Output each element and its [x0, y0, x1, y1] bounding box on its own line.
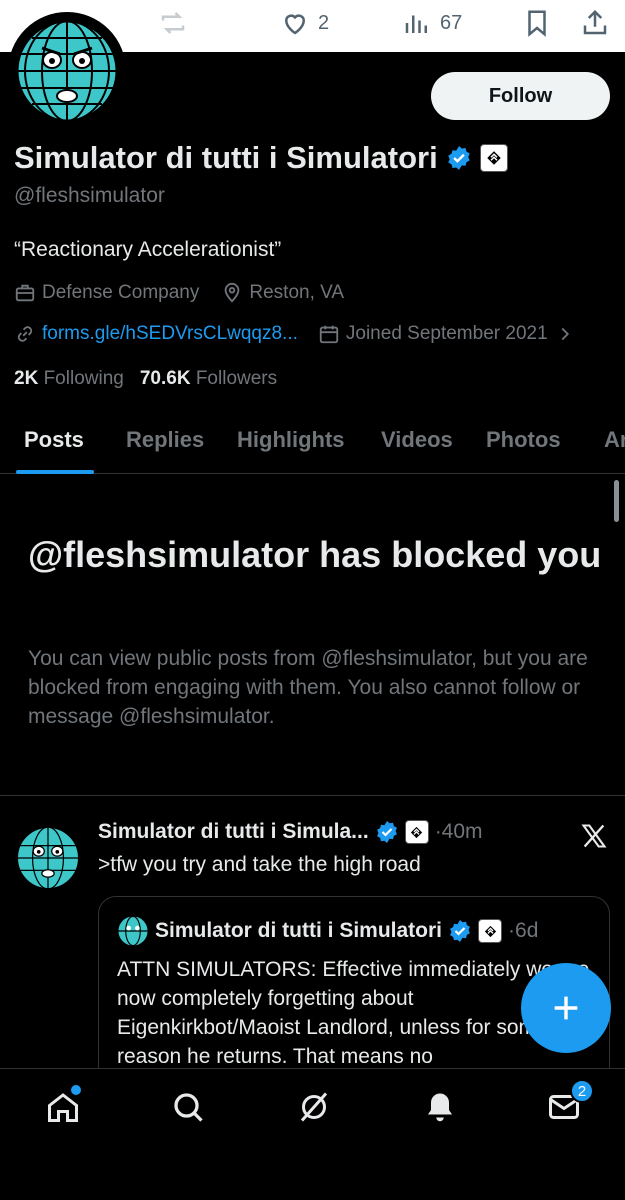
- affiliation-icon: [484, 925, 496, 937]
- affiliation-icon: [486, 151, 501, 165]
- profile-tabs: Posts Replies Highlights Videos Photos A…: [0, 412, 625, 474]
- tab-highlights[interactable]: Highlights: [237, 427, 345, 453]
- bottom-navigation: 2: [0, 1068, 625, 1200]
- profile-link[interactable]: forms.gle/hSEDVrsCLwqqz8...: [42, 323, 298, 345]
- affiliation-badge: [478, 919, 503, 943]
- briefcase-icon: [15, 284, 35, 302]
- profile-bio: “Reactionary Accelerationist”: [14, 238, 282, 261]
- section-divider: [0, 795, 625, 796]
- post-avatar[interactable]: [14, 824, 82, 892]
- views-button[interactable]: 67: [402, 8, 462, 38]
- profile-category: Defense Company: [42, 282, 200, 303]
- following-link[interactable]: 2K Following: [14, 368, 124, 390]
- x-logo-icon[interactable]: [580, 822, 608, 850]
- quoted-post-avatar: [117, 915, 149, 947]
- globe-face-avatar-image: [16, 826, 80, 890]
- profile-meta-row-1: Defense Company Reston, VA: [14, 282, 344, 304]
- post-header: Simulator di tutti i Simula... ·40m: [98, 820, 483, 844]
- quoted-post-author-name: Simulator di tutti i Simulatori: [155, 919, 443, 942]
- views-icon: [405, 15, 427, 33]
- post-text: >tfw you try and take the high road: [98, 853, 421, 876]
- profile-handle: @fleshsimulator: [14, 184, 165, 207]
- post-author-name[interactable]: Simulator di tutti i Simula...: [98, 820, 369, 844]
- repost-icon: [161, 12, 185, 34]
- quoted-post-header: Simulator di tutti i Simulatori ·6d: [117, 915, 538, 947]
- blocked-title: @fleshsimulator has blocked you: [28, 534, 602, 575]
- views-count: 67: [440, 11, 463, 34]
- profile-avatar[interactable]: [8, 12, 126, 130]
- followers-label: Followers: [195, 368, 278, 389]
- location-icon: [225, 282, 240, 303]
- post-timestamp[interactable]: ·40m: [435, 820, 483, 844]
- followers-count: 70.6K: [139, 368, 191, 389]
- verified-icon: [450, 920, 470, 942]
- link-icon: [17, 326, 33, 342]
- affiliation-badge: [404, 820, 429, 844]
- follow-button[interactable]: Follow: [431, 72, 610, 120]
- share-icon: [583, 9, 607, 35]
- following-label: Following: [43, 368, 124, 389]
- repost-button[interactable]: [158, 8, 188, 38]
- following-count: 2K: [14, 368, 39, 389]
- globe-face-avatar-image: [118, 915, 148, 947]
- scrollbar[interactable]: [614, 480, 619, 522]
- bookmark-button[interactable]: [522, 8, 552, 38]
- like-button[interactable]: 2: [280, 8, 329, 38]
- profile-location: Reston, VA: [249, 282, 345, 303]
- like-icon: [284, 14, 306, 35]
- nav-messages[interactable]: 2: [546, 1079, 594, 1125]
- tab-photos[interactable]: Photos: [486, 427, 561, 453]
- tab-replies[interactable]: Replies: [126, 427, 204, 453]
- verified-icon[interactable]: [446, 145, 472, 171]
- blocked-description: You can view public posts from @fleshsim…: [28, 647, 588, 728]
- affiliation-icon: [411, 826, 423, 838]
- bell-icon: [428, 1093, 452, 1122]
- like-count: 2: [318, 11, 330, 34]
- profile-name-row: Simulator di tutti i Simulatori: [14, 140, 508, 176]
- search-icon: [174, 1093, 203, 1122]
- followers-link[interactable]: 70.6K Followers: [140, 368, 277, 390]
- grok-icon: [300, 1092, 328, 1122]
- verified-icon: [376, 821, 397, 843]
- tab-posts[interactable]: Posts: [24, 427, 84, 453]
- affiliation-badge[interactable]: [479, 144, 508, 172]
- share-button[interactable]: [580, 8, 610, 38]
- profile-meta-row-2: forms.gle/hSEDVrsCLwqqz8... Joined Septe…: [14, 323, 576, 345]
- compose-button[interactable]: [521, 963, 611, 1053]
- chevron-right-icon[interactable]: [554, 323, 576, 345]
- nav-home[interactable]: [45, 1085, 81, 1125]
- quoted-post-timestamp: ·6d: [508, 919, 539, 942]
- nav-grok[interactable]: [296, 1089, 332, 1125]
- bookmark-icon: [528, 10, 546, 37]
- tab-videos[interactable]: Videos: [381, 427, 453, 453]
- home-notification-dot: [71, 1085, 81, 1095]
- calendar-icon: [319, 325, 339, 344]
- profile-name: Simulator di tutti i Simulatori: [14, 140, 438, 175]
- nav-notifications[interactable]: [422, 1089, 458, 1125]
- compose-icon: [554, 996, 578, 1020]
- messages-badge: 2: [570, 1079, 594, 1103]
- nav-search[interactable]: [170, 1089, 206, 1125]
- profile-joined: Joined September 2021: [345, 323, 548, 344]
- follow-counts: 2K Following 70.6K Followers: [14, 368, 277, 390]
- globe-face-avatar-image: [15, 19, 119, 123]
- tab-articles[interactable]: Ar: [604, 427, 625, 453]
- active-tab-indicator: [16, 470, 94, 474]
